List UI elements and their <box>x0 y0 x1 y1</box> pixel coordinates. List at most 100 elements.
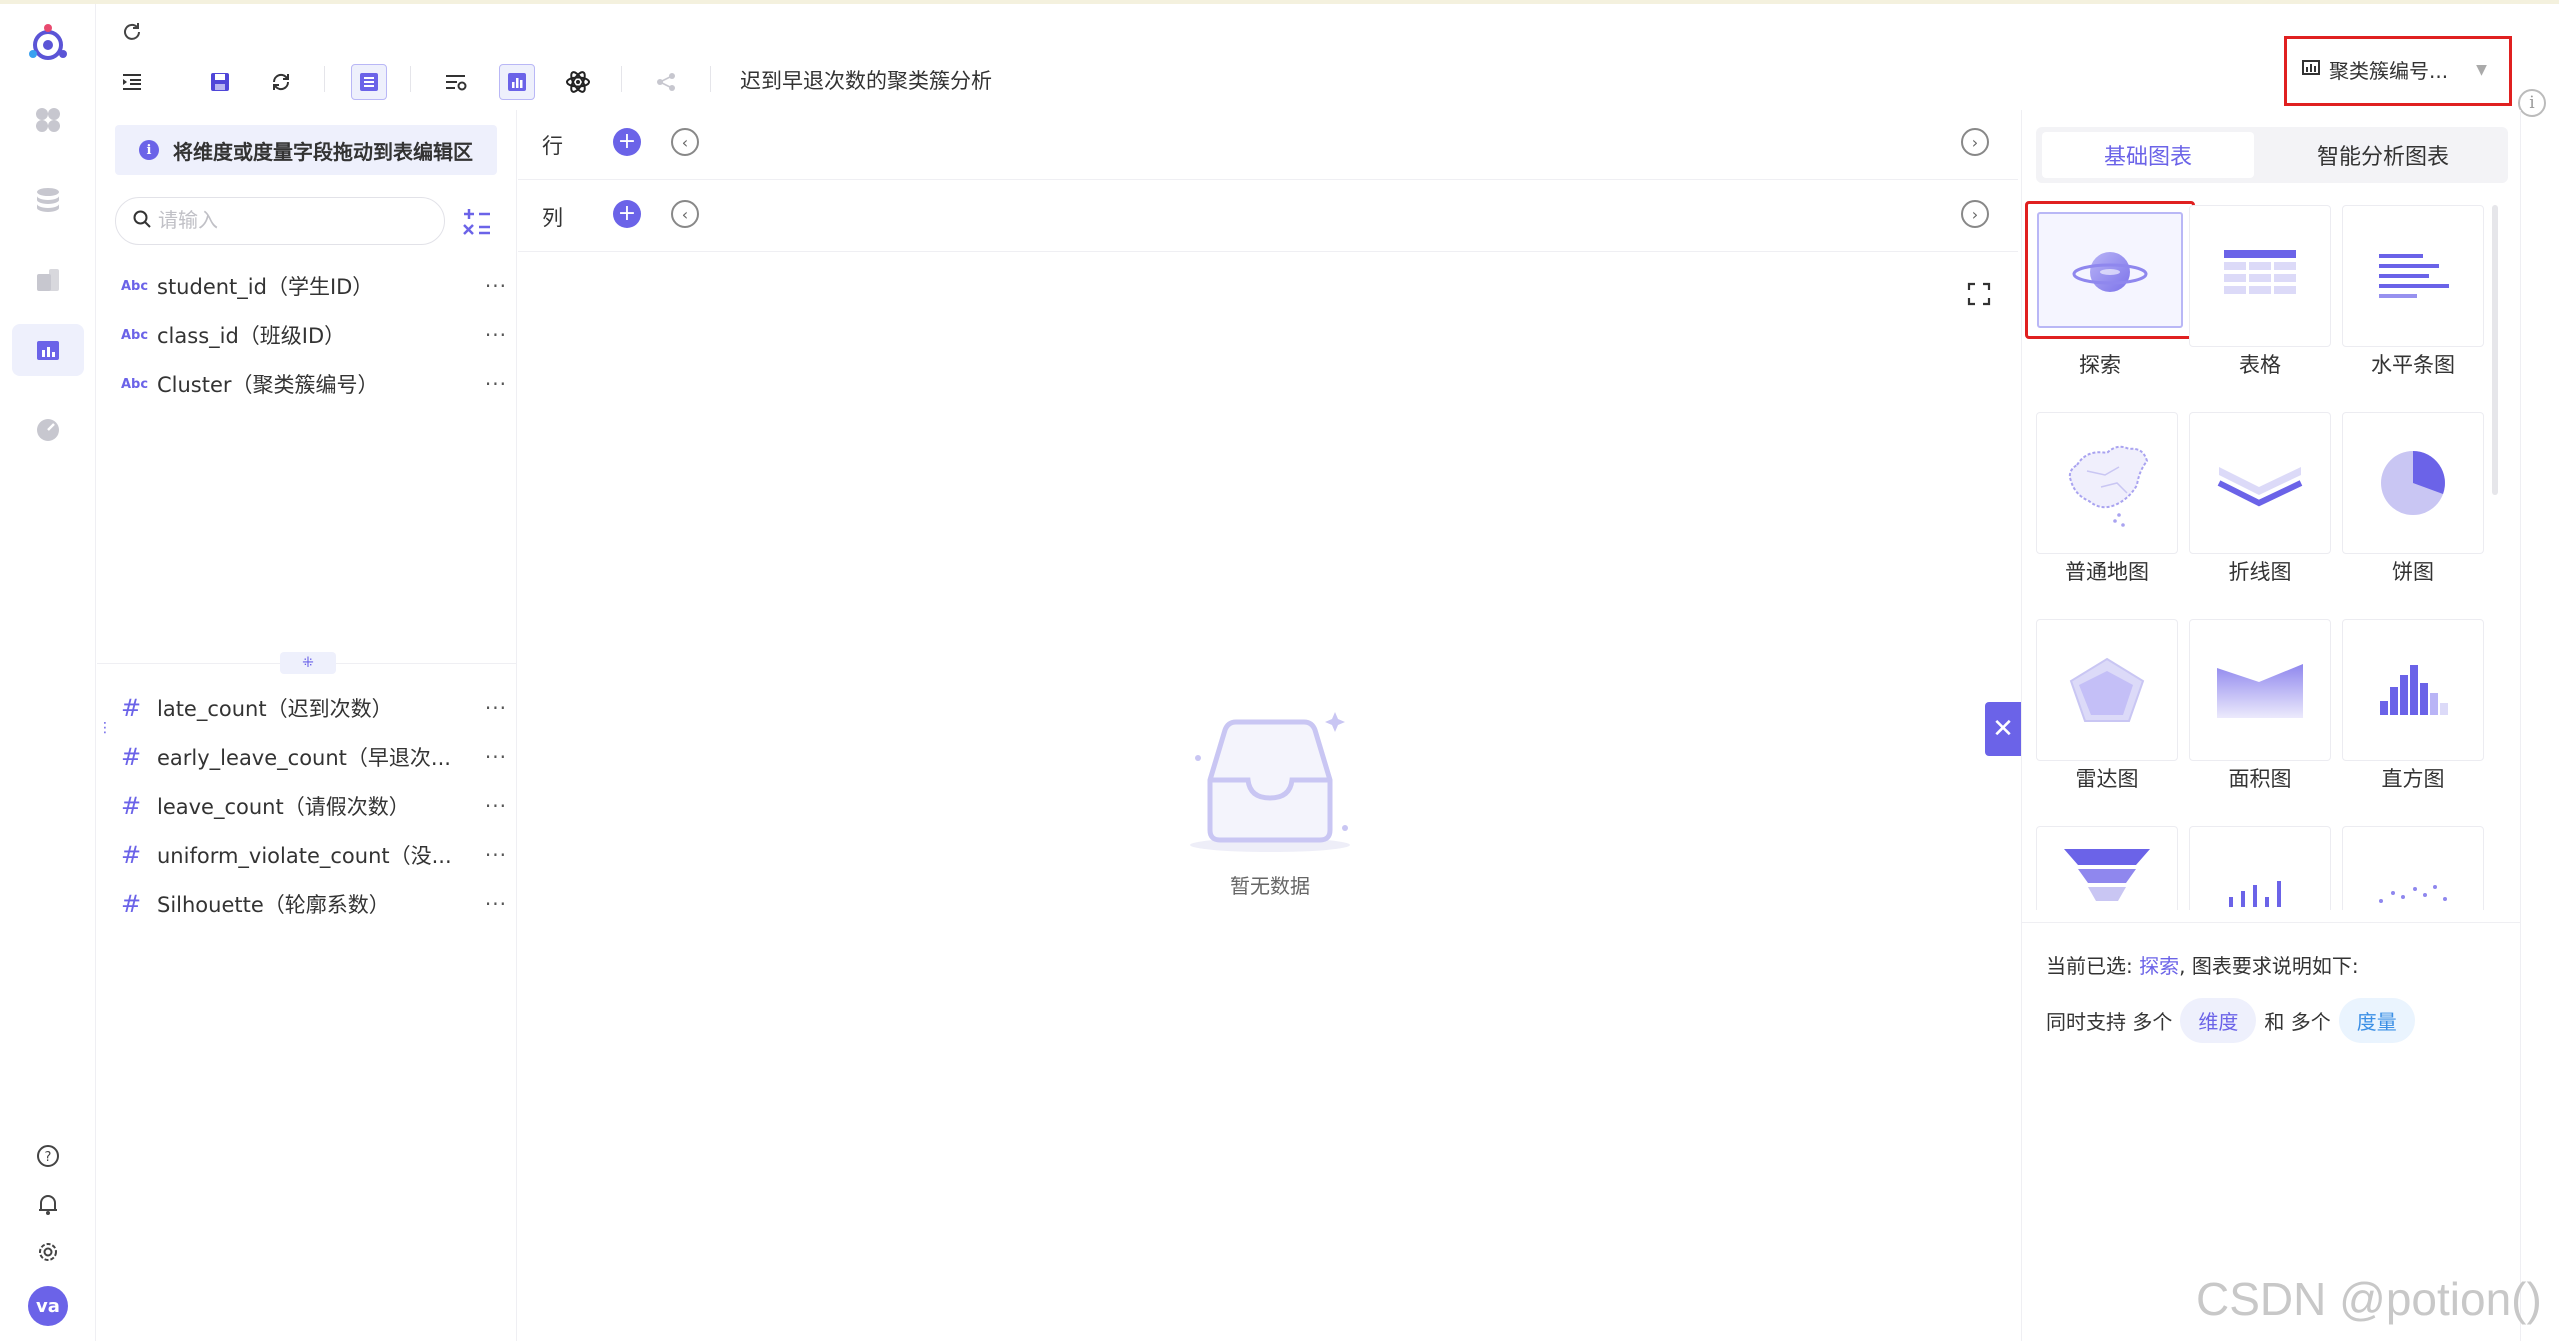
chart-tile-scatter[interactable] <box>2342 826 2484 910</box>
number-type-icon: # <box>121 792 142 820</box>
chart-view-icon[interactable] <box>499 64 535 100</box>
tab-smart-charts[interactable]: 智能分析图表 <box>2264 132 2502 178</box>
chart-tile-histogram[interactable] <box>2342 619 2484 761</box>
chevron-right-icon[interactable]: › <box>1961 128 1989 156</box>
dimension-field-item[interactable]: Abc Cluster（聚类簇编号） ··· <box>121 364 507 404</box>
fullscreen-icon[interactable] <box>1962 277 1996 311</box>
chart-tile-radar[interactable] <box>2036 619 2178 761</box>
close-panel-icon[interactable]: ✕ <box>1985 702 2021 756</box>
search-input[interactable] <box>158 209 408 233</box>
measure-field-item[interactable]: # early_leave_count（早退次... ··· <box>121 737 507 777</box>
string-type-icon: Abc <box>121 376 149 392</box>
more-icon[interactable]: ··· <box>477 323 507 347</box>
dimension-field-item[interactable]: Abc student_id（学生ID） ··· <box>121 266 507 306</box>
avatar[interactable]: va <box>28 1286 68 1326</box>
info-icon[interactable]: i <box>2518 89 2546 117</box>
chart-selector-label: 聚类簇编号... <box>2329 59 2449 83</box>
field-name: class_id（班级ID） <box>157 324 346 348</box>
dimension-field-item[interactable]: Abc class_id（班级ID） ··· <box>121 315 507 355</box>
planet-icon <box>2072 252 2148 292</box>
search-box[interactable] <box>115 197 445 245</box>
sync-icon[interactable] <box>263 64 299 100</box>
app-logo-icon[interactable] <box>23 20 73 70</box>
more-icon[interactable]: ··· <box>477 372 507 396</box>
pie-chart-icon <box>2381 451 2445 515</box>
share-icon[interactable] <box>648 64 684 100</box>
indent-icon[interactable] <box>114 64 150 100</box>
filter-settings-icon[interactable] <box>438 64 474 100</box>
column-chart-icon <box>2229 881 2281 907</box>
chart-label: 饼图 <box>2392 560 2434 584</box>
scatter-chart-icon <box>2379 885 2447 903</box>
measure-field-item[interactable]: # late_count（迟到次数） ··· <box>121 688 507 728</box>
chart-label: 表格 <box>2239 353 2281 377</box>
more-icon[interactable]: ··· <box>477 696 507 720</box>
chart-tile-table[interactable] <box>2189 205 2331 347</box>
panel-grip-icon[interactable]: ⋮ <box>98 720 112 746</box>
chart-label: 雷达图 <box>2075 767 2139 791</box>
chevron-left-icon[interactable]: ‹ <box>671 128 699 156</box>
toolbar-separator <box>710 66 711 92</box>
chart-tile-funnel[interactable] <box>2036 826 2178 910</box>
measure-field-item[interactable]: # uniform_violate_count（没... ··· <box>121 835 507 875</box>
more-icon[interactable]: ··· <box>477 843 507 867</box>
requirement-suffix: , 图表要求说明如下: <box>2179 954 2359 978</box>
chart-tile-line[interactable] <box>2189 412 2331 554</box>
chart-tile-pie[interactable] <box>2342 412 2484 554</box>
chevron-right-icon[interactable]: › <box>1961 200 1989 228</box>
measure-field-item[interactable]: # Silhouette（轮廓系数） ··· <box>121 884 507 924</box>
string-type-icon: Abc <box>121 278 149 294</box>
data-view-icon[interactable] <box>351 64 387 100</box>
chart-tile-column[interactable] <box>2189 826 2331 910</box>
add-column-icon[interactable]: + <box>613 200 641 228</box>
row-shelf[interactable]: 行 + ‹ › <box>518 108 2018 180</box>
add-row-icon[interactable]: + <box>613 128 641 156</box>
support-prefix: 同时支持 多个 <box>2046 1010 2173 1034</box>
document-title[interactable]: 迟到早退次数的聚类簇分析 <box>740 66 992 96</box>
more-icon[interactable]: ··· <box>477 745 507 769</box>
help-icon[interactable]: ? <box>28 1136 68 1176</box>
support-middle: 和 多个 <box>2264 1010 2331 1034</box>
chart-tile-explore[interactable] <box>2025 201 2195 339</box>
chart-selector-dropdown[interactable]: 聚类簇编号... ▼ <box>2284 36 2512 106</box>
save-icon[interactable] <box>202 64 238 100</box>
chart-label: 水平条图 <box>2371 353 2455 377</box>
field-panel: i 将维度或度量字段拖动到表编辑区 Abc student_id（学生ID） ·… <box>97 110 517 1341</box>
chart-tile-horizontal-bar[interactable] <box>2342 205 2484 347</box>
column-shelf-label: 列 <box>542 206 563 230</box>
bell-icon[interactable] <box>28 1184 68 1224</box>
field-name: early_leave_count（早退次... <box>157 746 451 770</box>
resize-handle-icon[interactable]: ⁜ <box>280 652 336 674</box>
tab-basic-charts[interactable]: 基础图表 <box>2042 132 2254 178</box>
table-icon <box>2224 250 2296 294</box>
chevron-left-icon[interactable]: ‹ <box>671 200 699 228</box>
more-icon[interactable]: ··· <box>477 892 507 916</box>
field-name: Silhouette（轮廓系数） <box>157 893 390 917</box>
nav-dashboard-icon[interactable] <box>28 100 68 140</box>
nav-analysis-icon[interactable] <box>12 324 84 376</box>
number-type-icon: # <box>121 694 142 722</box>
more-icon[interactable]: ··· <box>477 274 507 298</box>
chart-tile-map[interactable] <box>2036 412 2178 554</box>
refresh-icon[interactable] <box>114 14 150 50</box>
requirement-divider <box>2021 922 2520 923</box>
column-shelf[interactable]: 列 + ‹ › <box>518 180 2018 252</box>
nav-dataset-icon[interactable] <box>28 260 68 300</box>
nav-database-icon[interactable] <box>28 180 68 220</box>
nav-monitor-icon[interactable] <box>28 410 68 450</box>
toolbar-separator <box>410 66 411 92</box>
drag-hint: i 将维度或度量字段拖动到表编辑区 <box>115 125 497 175</box>
chart-label: 直方图 <box>2381 767 2445 791</box>
selected-chart-name: 探索 <box>2139 954 2180 978</box>
drag-hint-text: 将维度或度量字段拖动到表编辑区 <box>173 139 473 164</box>
atom-settings-icon[interactable] <box>560 64 596 100</box>
gear-icon[interactable] <box>28 1232 68 1272</box>
radar-chart-icon <box>2069 657 2145 722</box>
chart-tile-area[interactable] <box>2189 619 2331 761</box>
empty-state-text: 暂无数据 <box>1230 874 1310 898</box>
chart-support-text: 同时支持 多个 维度 和 多个 度量 <box>2046 998 2415 1043</box>
measure-field-item[interactable]: # leave_count（请假次数） ··· <box>121 786 507 826</box>
calculated-field-icon[interactable] <box>459 204 495 240</box>
chart-panel-scrollbar[interactable] <box>2492 205 2498 495</box>
more-icon[interactable]: ··· <box>477 794 507 818</box>
